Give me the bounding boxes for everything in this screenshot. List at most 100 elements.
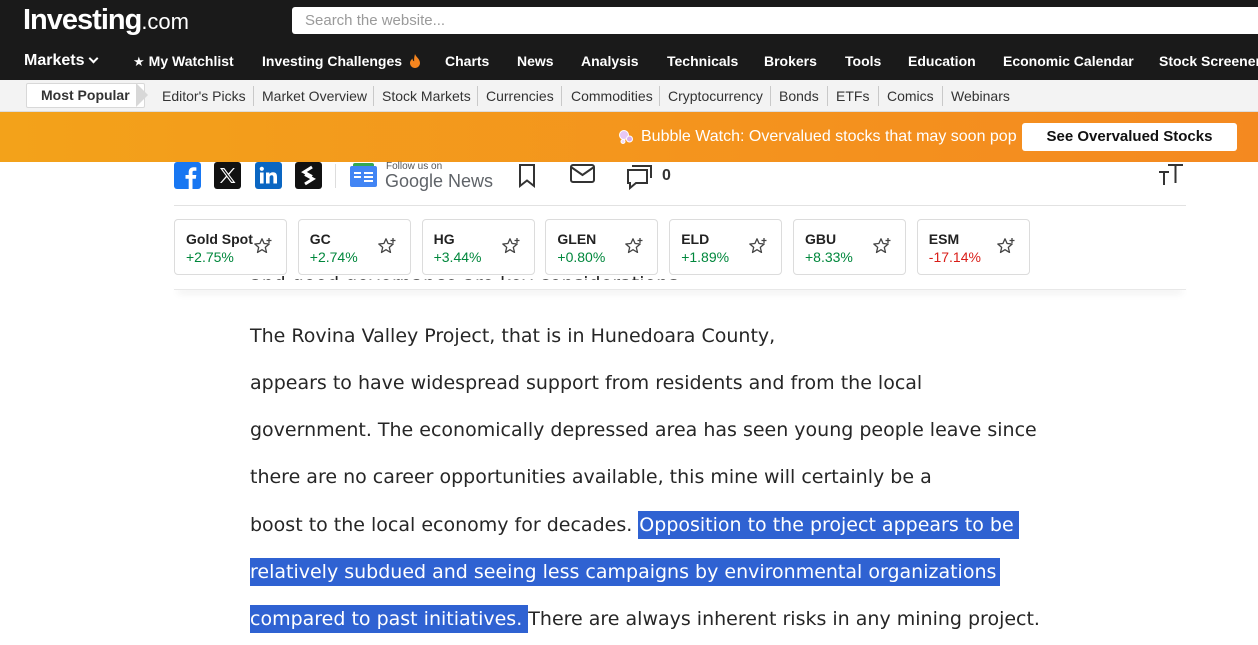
- instrument-symbol: HG: [433, 231, 455, 247]
- divider: [561, 86, 562, 106]
- x-twitter-icon[interactable]: [214, 162, 241, 189]
- add-to-watchlist-star-icon[interactable]: [253, 237, 273, 257]
- sub-nav: Most Popular Editor's Picks Market Overv…: [0, 80, 1258, 112]
- add-to-watchlist-star-icon[interactable]: [624, 237, 644, 257]
- article-line: relatively subdued and seeing less campa…: [250, 558, 1001, 586]
- instrument-change: +8.33%: [805, 249, 853, 265]
- star-icon: ★: [133, 54, 145, 69]
- main-nav: Markets ★ My Watchlist Investing Challeng…: [0, 44, 1258, 80]
- instrument-symbol: ESM: [928, 231, 960, 247]
- instrument-change: +1.89%: [681, 249, 730, 265]
- add-to-watchlist-star-icon[interactable]: [501, 237, 521, 257]
- nav-brokers[interactable]: Brokers: [764, 53, 817, 69]
- logo-suffix-text: .com: [141, 9, 189, 34]
- instrument-chip[interactable]: GC +2.74%: [297, 219, 411, 275]
- nav-investing-challenges[interactable]: Investing Challenges: [262, 53, 421, 69]
- see-overvalued-stocks-button[interactable]: See Overvalued Stocks: [1022, 123, 1237, 151]
- instrument-chip[interactable]: ESM -17.14%: [916, 219, 1030, 275]
- divider: [942, 86, 943, 106]
- subnav-most-popular[interactable]: Most Popular: [26, 83, 145, 108]
- banner-text: Bubble Watch: Overvalued stocks that may…: [641, 128, 1017, 145]
- subnav-item[interactable]: Currencies: [486, 88, 554, 104]
- instrument-change: +0.80%: [557, 249, 606, 265]
- linkedin-icon[interactable]: [255, 162, 282, 189]
- add-to-watchlist-star-icon[interactable]: [996, 237, 1016, 257]
- instrument-chip[interactable]: ELD +1.89%: [669, 219, 783, 275]
- nav-markets[interactable]: Markets: [24, 52, 99, 70]
- add-to-watchlist-star-icon[interactable]: [377, 237, 397, 257]
- divider: [477, 86, 478, 106]
- instrument-chip[interactable]: GBU +8.33%: [793, 219, 906, 275]
- nav-watchlist-label: My Watchlist: [148, 53, 234, 69]
- google-news-label[interactable]: Google News: [385, 171, 493, 192]
- sticky-shadow: [174, 280, 1186, 290]
- instrument-change: +3.44%: [433, 249, 482, 265]
- divider: [659, 86, 660, 106]
- selected-text: relatively subdued and seeing less campa…: [250, 558, 1001, 586]
- stocktwits-icon[interactable]: [295, 162, 322, 189]
- email-icon[interactable]: [569, 162, 596, 189]
- subnav-item[interactable]: Comics: [887, 88, 934, 104]
- subnav-item[interactable]: Stock Markets: [382, 88, 471, 104]
- subnav-item[interactable]: Bonds: [779, 88, 819, 104]
- nav-tools[interactable]: Tools: [845, 53, 881, 69]
- comments-icon[interactable]: [625, 164, 652, 191]
- instrument-change: +2.75%: [186, 249, 234, 265]
- site-logo[interactable]: Investing.com: [23, 4, 189, 37]
- divider: [827, 86, 828, 106]
- bookmark-icon[interactable]: [515, 163, 542, 190]
- subnav-item[interactable]: Commodities: [571, 88, 653, 104]
- facebook-icon[interactable]: [174, 162, 201, 189]
- instrument-chip[interactable]: GLEN +0.80%: [545, 219, 659, 275]
- bubble-icon: [619, 130, 633, 144]
- font-size-icon[interactable]: [1156, 162, 1183, 189]
- add-to-watchlist-star-icon[interactable]: [872, 237, 892, 257]
- logo-main-text: Investing: [23, 4, 142, 36]
- instrument-chip[interactable]: Gold Spot +2.75%: [174, 219, 287, 275]
- nav-analysis[interactable]: Analysis: [581, 53, 639, 69]
- article-line: there are no career opportunities availa…: [250, 466, 932, 488]
- google-news-icon[interactable]: [350, 163, 377, 190]
- instrument-symbol: GLEN: [557, 231, 597, 247]
- subnav-item[interactable]: Cryptocurrency: [668, 88, 763, 104]
- instrument-change: -17.14%: [928, 249, 981, 265]
- subnav-item[interactable]: Market Overview: [262, 88, 367, 104]
- article-line: government. The economically depressed a…: [250, 419, 1037, 441]
- instrument-symbol: Gold Spot: [186, 231, 253, 247]
- top-header: Investing.com: [0, 0, 1258, 44]
- comment-count: 0: [662, 167, 671, 184]
- article-text: boost to the local economy for decades.: [250, 514, 639, 536]
- article-line: compared to past initiatives. There are …: [250, 605, 1040, 633]
- nav-economic-calendar[interactable]: Economic Calendar: [1003, 53, 1134, 69]
- nav-news[interactable]: News: [517, 53, 554, 69]
- chevron-down-icon: [89, 53, 99, 64]
- nav-challenges-label: Investing Challenges: [262, 53, 403, 69]
- nav-watchlist[interactable]: ★ My Watchlist: [133, 53, 234, 70]
- fire-icon: [405, 53, 421, 69]
- nav-technicals[interactable]: Technicals: [667, 53, 738, 69]
- divider: [878, 86, 879, 106]
- instrument-chip[interactable]: HG +3.44%: [421, 219, 535, 275]
- divider: [770, 86, 771, 106]
- article-text: There are always inherent risks in any m…: [528, 608, 1040, 630]
- nav-stock-screener[interactable]: Stock Screener: [1159, 53, 1258, 69]
- selected-text: compared to past initiatives.: [250, 605, 529, 633]
- add-to-watchlist-star-icon[interactable]: [748, 237, 768, 257]
- article-line: boost to the local economy for decades. …: [250, 511, 1019, 539]
- instrument-change: +2.74%: [309, 249, 358, 265]
- subnav-item[interactable]: Webinars: [951, 88, 1010, 104]
- divider: [373, 86, 374, 106]
- instrument-symbol: GC: [309, 231, 331, 247]
- nav-education[interactable]: Education: [908, 53, 976, 69]
- article-line: The Rovina Valley Project, that is in Hu…: [250, 325, 776, 347]
- promo-banner[interactable]: Bubble Watch: Overvalued stocks that may…: [0, 112, 1258, 162]
- pill-arrow-decoration: [136, 83, 148, 107]
- nav-charts[interactable]: Charts: [445, 53, 489, 69]
- search-input[interactable]: [292, 7, 1258, 34]
- share-bar: Follow us on Google News 0: [174, 161, 1186, 206]
- subnav-item[interactable]: ETFs: [836, 88, 869, 104]
- divider: [335, 164, 336, 188]
- selected-text: Opposition to the project appears to be: [638, 511, 1019, 539]
- subnav-item[interactable]: Editor's Picks: [162, 88, 246, 104]
- article-line: appears to have widespread support from …: [250, 372, 923, 394]
